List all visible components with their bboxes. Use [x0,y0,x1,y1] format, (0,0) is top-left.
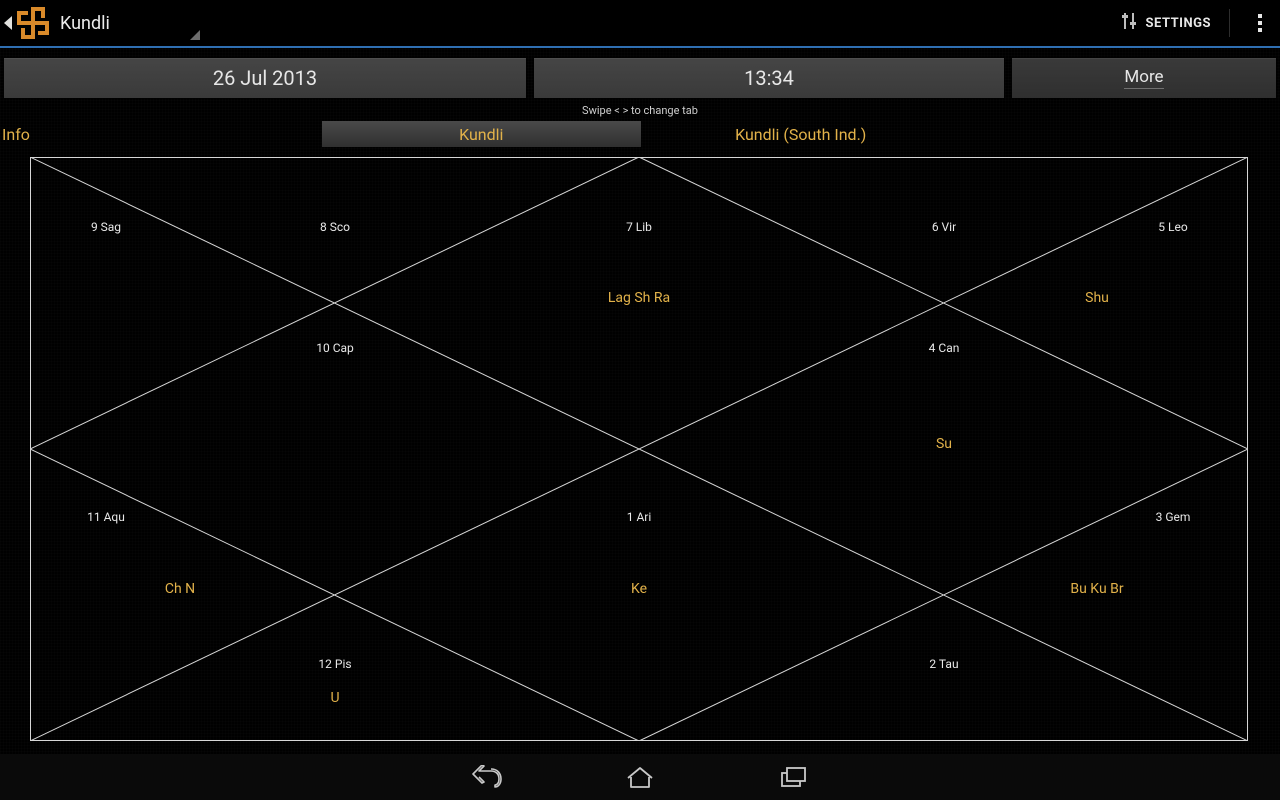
more-button[interactable]: More [1012,58,1276,98]
nav-back-button[interactable] [469,763,503,791]
date-value: 26 Jul 2013 [213,66,317,90]
controls-row: 26 Jul 2013 13:34 More [0,48,1280,102]
tab-kundli-label: Kundli [459,125,503,144]
tab-kundli[interactable]: Kundli [322,121,642,147]
android-nav-bar [0,754,1280,800]
overflow-menu-button[interactable] [1248,8,1272,38]
settings-label: SETTINGS [1146,16,1212,31]
kundli-chart: 7 LibLag Sh Ra8 Sco9 Sag10 Cap11 AquCh N… [30,157,1248,741]
tab-info[interactable]: Info [0,121,322,147]
chevron-down-icon [190,30,200,40]
nav-recents-button[interactable] [777,763,811,791]
more-label: More [1124,67,1163,89]
time-button[interactable]: 13:34 [534,58,1004,98]
chart-lines [30,157,1248,741]
settings-button[interactable]: SETTINGS [1120,11,1212,35]
back-button[interactable] [4,6,50,40]
tab-south[interactable]: Kundli (South Ind.) [641,121,961,147]
date-button[interactable]: 26 Jul 2013 [4,58,526,98]
tab-south-label: Kundli (South Ind.) [735,125,866,144]
back-icon [4,16,12,30]
nav-home-button[interactable] [623,763,657,791]
app-icon [16,6,50,40]
app-title: Kundli [60,13,200,34]
tab-strip: Info Kundli Kundli (South Ind.) [0,121,1280,147]
title-spinner[interactable]: Kundli [60,13,200,34]
swipe-hint: Swipe < > to change tab [0,102,1280,121]
action-bar: Kundli SETTINGS [0,0,1280,48]
tab-info-label: Info [2,125,30,144]
time-value: 13:34 [744,66,794,90]
settings-icon [1120,11,1138,35]
divider [1229,9,1230,37]
